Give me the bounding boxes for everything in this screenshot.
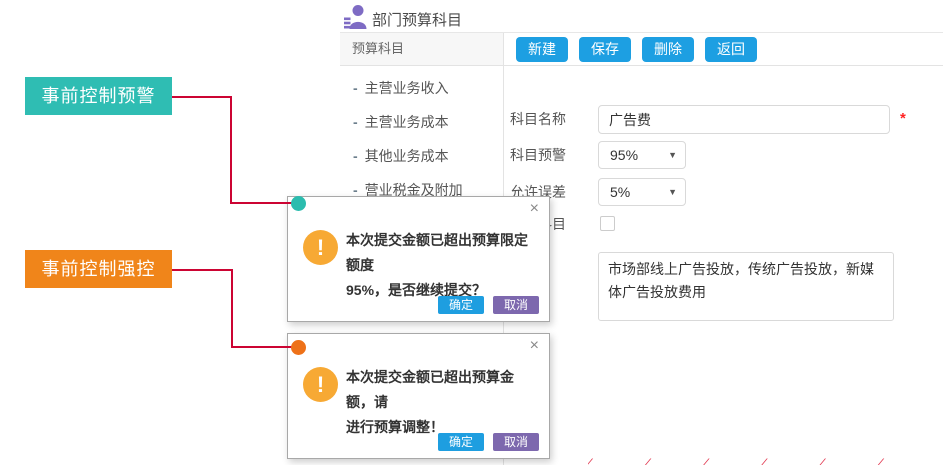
connector-line	[230, 202, 294, 204]
collapse-icon: -	[353, 183, 358, 197]
collapse-icon: -	[353, 115, 358, 129]
chevron-down-icon: ▼	[668, 150, 677, 160]
warning-icon: !	[303, 367, 338, 402]
subject-name-label: 科目名称	[510, 105, 566, 134]
tree-item-label: 其他业务成本	[365, 146, 449, 166]
connector-line	[172, 96, 232, 98]
pre-control-hard-label: 事前控制强控	[25, 250, 172, 288]
orange-connector-dot	[291, 340, 306, 355]
dialog-buttons: 确定 取消	[438, 296, 539, 314]
dialog-message-line1: 本次提交金额已超出预算金额，请	[346, 365, 540, 415]
leaf-subject-checkbox[interactable]	[600, 216, 615, 231]
tree-item-main-revenue[interactable]: - 主营业务收入	[340, 78, 500, 98]
tree-item-label: 主营业务收入	[365, 78, 449, 98]
warning-dialog: × ! 本次提交金额已超出预算限定额度 95%，是否继续提交？ 确定 取消	[287, 196, 550, 322]
subject-name-input[interactable]	[598, 105, 890, 134]
ok-button[interactable]: 确定	[438, 296, 484, 314]
delete-button[interactable]: 删除	[642, 37, 694, 62]
required-asterisk: *	[900, 110, 906, 127]
page-canvas: 部门预算科目 预算科目 新建 保存 删除 返回 - 主营业务收入 - 主营业务成…	[0, 0, 943, 465]
connector-line	[230, 96, 232, 204]
tree-item-main-cost[interactable]: - 主营业务成本	[340, 112, 500, 132]
dialog-message: 本次提交金额已超出预算金额，请 进行预算调整！	[346, 365, 540, 440]
watermark-marks: ⁄ ⁄ ⁄ ⁄ ⁄ ⁄ ⁄ ⁄ ⁄ ⁄	[588, 455, 907, 465]
hard-control-dialog: × ! 本次提交金额已超出预算金额，请 进行预算调整！ 确定 取消	[287, 333, 550, 459]
toolbar: 新建 保存 删除 返回	[503, 33, 943, 66]
connector-line	[231, 346, 294, 348]
user-budget-icon	[344, 4, 367, 34]
warning-icon: !	[303, 230, 338, 265]
pre-control-warning-label: 事前控制预警	[25, 77, 172, 115]
close-icon[interactable]: ×	[530, 200, 539, 218]
allowed-error-value: 5%	[610, 184, 668, 200]
page-title: 部门预算科目	[372, 9, 462, 30]
tree-item-label: 主营业务成本	[365, 112, 449, 132]
tree-item-other-cost[interactable]: - 其他业务成本	[340, 146, 500, 166]
dialog-buttons: 确定 取消	[438, 433, 539, 451]
cancel-button[interactable]: 取消	[493, 433, 539, 451]
cancel-button[interactable]: 取消	[493, 296, 539, 314]
ok-button[interactable]: 确定	[438, 433, 484, 451]
save-button[interactable]: 保存	[579, 37, 631, 62]
connector-line	[172, 269, 233, 271]
watermark-fragment: ⁄ ⁄ ⁄ ⁄ ⁄ ⁄ ⁄ ⁄ ⁄ ⁄	[588, 455, 938, 465]
teal-connector-dot	[291, 196, 306, 211]
collapse-icon: -	[353, 149, 358, 163]
subject-warning-value: 95%	[610, 147, 668, 163]
connector-line	[231, 269, 233, 348]
subject-warning-label: 科目预警	[510, 141, 566, 169]
collapse-icon: -	[353, 81, 358, 95]
close-icon[interactable]: ×	[530, 337, 539, 355]
description-textarea[interactable]: 市场部线上广告投放，传统广告投放，新媒体广告投放费用	[598, 252, 894, 321]
dialog-message-line1: 本次提交金额已超出预算限定额度	[346, 228, 540, 278]
allowed-error-select[interactable]: 5% ▼	[598, 178, 686, 206]
tree-panel-header: 预算科目	[340, 33, 503, 66]
subject-warning-select[interactable]: 95% ▼	[598, 141, 686, 169]
chevron-down-icon: ▼	[668, 187, 677, 197]
dialog-message: 本次提交金额已超出预算限定额度 95%，是否继续提交？	[346, 228, 540, 303]
back-button[interactable]: 返回	[705, 37, 757, 62]
new-button[interactable]: 新建	[516, 37, 568, 62]
